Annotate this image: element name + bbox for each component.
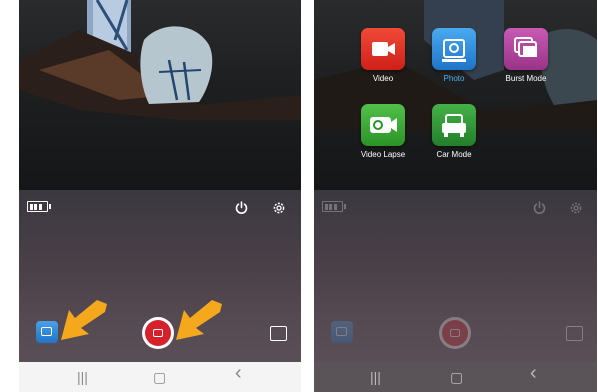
- home-button[interactable]: ▢: [153, 370, 166, 384]
- video-camera-icon: [361, 28, 405, 70]
- battery-icon: [27, 201, 51, 212]
- back-button[interactable]: ‹: [235, 363, 242, 383]
- arrow-icon: [61, 300, 107, 340]
- fit-screen-icon: [566, 326, 583, 341]
- recents-button[interactable]: |||: [77, 370, 88, 384]
- power-icon[interactable]: [235, 201, 248, 214]
- fit-screen-icon[interactable]: [270, 326, 287, 341]
- mode-label: Burst Mode: [505, 74, 547, 83]
- burst-icon: [504, 28, 548, 70]
- camera-screen-right: Video Photo Burst Mode Video Lapse Car M…: [314, 0, 597, 392]
- gallery-icon[interactable]: [36, 321, 58, 343]
- battery-icon: [322, 201, 346, 212]
- shutter-button[interactable]: [142, 317, 174, 349]
- shutter-camera-icon: [145, 320, 171, 346]
- mode-photo[interactable]: Photo: [418, 28, 490, 83]
- photo-icon: [432, 28, 476, 70]
- mode-label: Video: [372, 74, 394, 83]
- mode-burst[interactable]: Burst Mode: [490, 28, 562, 83]
- camera-screen-left: ||| ▢ ‹: [19, 0, 301, 392]
- home-button[interactable]: ▢: [450, 370, 463, 384]
- arrow-icon: [176, 300, 222, 340]
- video-lapse-icon: [361, 104, 405, 146]
- shutter-button: [439, 317, 471, 349]
- mode-video-lapse[interactable]: Video Lapse: [347, 104, 419, 159]
- mode-label: Car Mode: [436, 150, 472, 159]
- mode-car[interactable]: Car Mode: [418, 104, 490, 159]
- gallery-icon: [331, 321, 353, 343]
- car-icon: [432, 104, 476, 146]
- camera-controls-panel: [314, 190, 597, 362]
- mode-video[interactable]: Video: [347, 28, 419, 83]
- recents-button[interactable]: |||: [370, 370, 381, 384]
- settings-gear-icon[interactable]: [272, 201, 286, 215]
- mode-label: Video Lapse: [360, 150, 406, 159]
- camera-viewfinder: [19, 0, 301, 190]
- mode-label: Photo: [443, 74, 465, 83]
- camera-controls-panel: [19, 190, 301, 362]
- viewfinder-scene: [19, 0, 301, 120]
- system-navigation-bar: ||| ▢ ‹: [314, 362, 597, 392]
- shutter-camera-icon: [442, 320, 468, 346]
- settings-gear-icon: [570, 202, 582, 214]
- back-button[interactable]: ‹: [530, 363, 537, 383]
- power-icon: [533, 201, 546, 214]
- system-navigation-bar: ||| ▢ ‹: [19, 362, 301, 392]
